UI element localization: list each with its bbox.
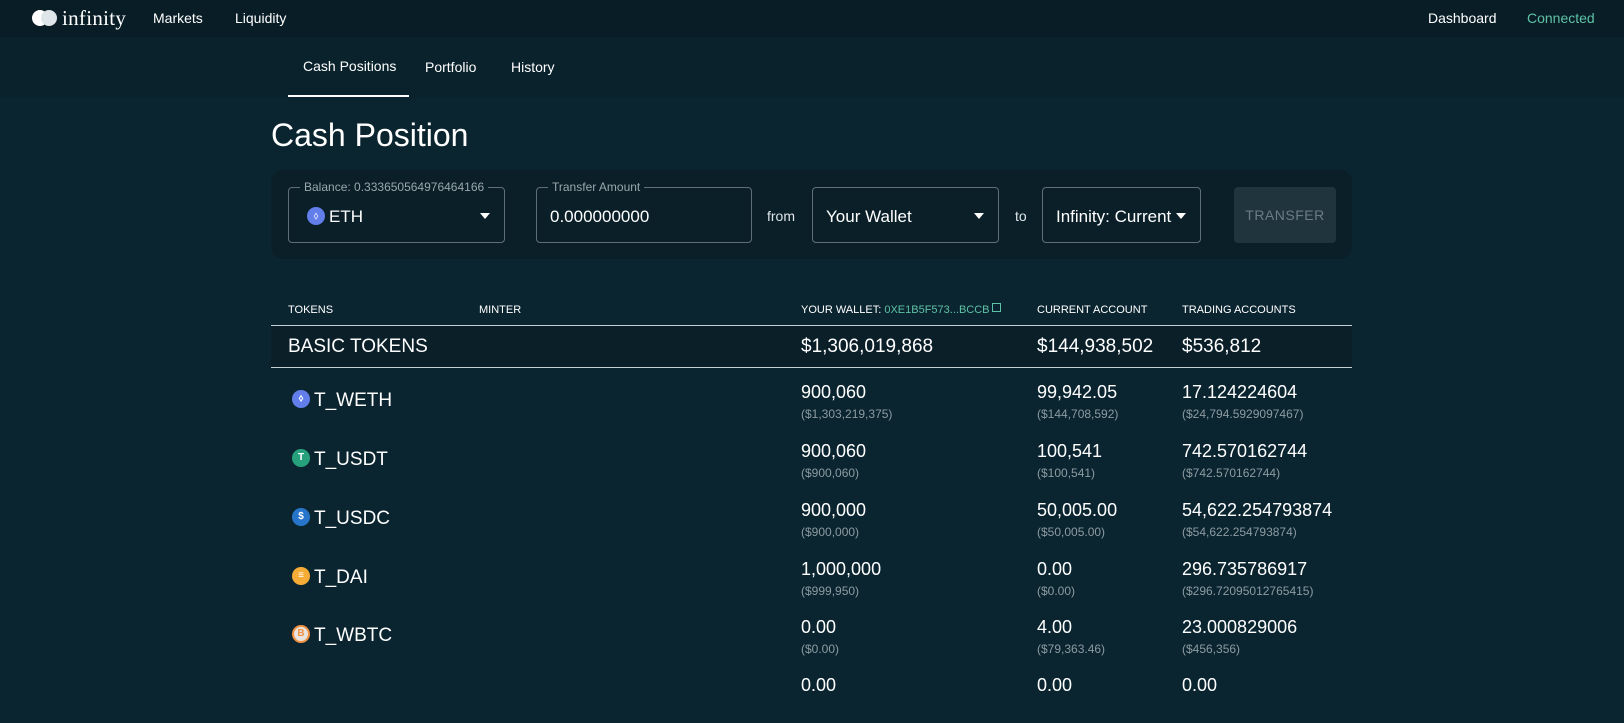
usdc-icon: $: [292, 508, 310, 526]
external-link-icon[interactable]: [991, 303, 1001, 312]
transfer-amount-input[interactable]: Transfer Amount 0.000000000: [536, 180, 752, 243]
from-account-select[interactable]: Your Wallet: [812, 187, 999, 243]
top-navbar: infinity Markets Liquidity Dashboard Con…: [0, 0, 1624, 37]
trading-amount-usd: ($742.570162744): [1182, 466, 1281, 480]
tab-cash-positions[interactable]: Cash Positions: [303, 58, 396, 74]
wallet-amount: 900,000: [801, 500, 867, 520]
from-label: from: [767, 208, 795, 224]
wallet-amount-usd: ($0.00): [801, 642, 840, 656]
balance-label: Balance: 0.333650564976464166: [300, 180, 489, 194]
trading-amount: 54,622.254793874: [1182, 500, 1333, 520]
trading-amount-usd: ($456,356): [1182, 642, 1241, 656]
trading-amount: 17.124224604: [1182, 382, 1298, 402]
wbtc-icon: B: [292, 625, 310, 643]
current-amount-usd: ($0.00): [1037, 584, 1076, 598]
wallet-amount: 0.00: [801, 617, 837, 637]
current-amount: 50,005.00: [1037, 500, 1118, 520]
trading-amount: 296.735786917: [1182, 559, 1308, 579]
current-amount-usd: ($50,005.00): [1037, 525, 1106, 539]
current-amount: 4.00: [1037, 617, 1073, 637]
sub-navbar: Cash Positions Portfolio History: [0, 37, 1624, 98]
group-wallet-total: $1,306,019,868: [801, 336, 934, 357]
wallet-amount: 0.00: [801, 675, 837, 695]
infinity-logo-icon: [32, 10, 58, 26]
page-title: Cash Position: [271, 117, 469, 153]
trading-amount: 742.570162744: [1182, 441, 1308, 461]
current-amount: 100,541: [1037, 441, 1103, 461]
col-header-tokens: TOKENS: [288, 304, 334, 316]
group-current-total: $144,938,502: [1037, 336, 1154, 357]
dropdown-caret-icon: [480, 213, 490, 219]
active-tab-indicator: [288, 95, 409, 97]
trading-amount-usd: ($24,794.5929097467): [1182, 407, 1304, 421]
tab-history[interactable]: History: [511, 59, 555, 75]
divider: [271, 367, 1352, 368]
wallet-amount-usd: ($1,303,219,375): [801, 407, 893, 421]
nav-liquidity[interactable]: Liquidity: [235, 10, 286, 26]
current-amount-usd: ($100,541): [1037, 466, 1096, 480]
token-select-value: ETH: [329, 207, 363, 226]
trading-amount-usd: ($296.72095012765415): [1182, 584, 1314, 598]
wallet-address-link[interactable]: 0XE1B5F573...BCCB: [884, 304, 989, 316]
eth-icon: ⬨: [292, 390, 310, 408]
wallet-amount-usd: ($999,950): [801, 584, 860, 598]
current-amount-usd: ($79,363.46): [1037, 642, 1106, 656]
usdt-icon: T: [292, 449, 310, 467]
to-account-select[interactable]: Infinity: Current: [1042, 187, 1201, 243]
to-label: to: [1015, 208, 1027, 224]
col-header-current-account: CURRENT ACCOUNT: [1037, 304, 1148, 316]
wallet-connected-status[interactable]: Connected: [1527, 10, 1595, 26]
table-row[interactable]: T T_USDT 900,060 ($900,060) 100,541 ($100,541…: [271, 430, 1352, 489]
infinity-logo[interactable]: infinity: [32, 6, 126, 30]
dai-icon: ≡: [292, 567, 310, 585]
table-row[interactable]: $ T_USDC 900,000 ($900,000) 50,005.00 ($50,00…: [271, 489, 1352, 548]
wallet-amount-usd: ($900,000): [801, 525, 860, 539]
table-row[interactable]: ≡ T_DAI 1,000,000 ($999,950) 0.00 ($0.00) 296.…: [271, 548, 1352, 607]
col-header-trading-accounts: TRADING ACCOUNTS: [1182, 304, 1296, 316]
eth-icon: ⬨: [307, 207, 325, 225]
wallet-amount-usd: ($900,060): [801, 466, 860, 480]
transfer-button[interactable]: TRANSFER: [1234, 187, 1336, 243]
transfer-panel: Balance: 0.333650564976464166 ⬨ ETH Tran…: [271, 170, 1352, 259]
wallet-amount: 900,060: [801, 441, 867, 461]
logo-text: infinity: [62, 5, 127, 30]
transfer-amount-value: 0.000000000: [550, 207, 650, 226]
current-amount: 99,942.05: [1037, 382, 1118, 402]
token-name: T_USDT: [314, 449, 388, 470]
from-account-value: Your Wallet: [826, 207, 912, 226]
current-amount-usd: ($144,708,592): [1037, 407, 1119, 421]
current-amount: 0.00: [1037, 559, 1073, 579]
table-row[interactable]: ⬨ T_WETH 900,060 ($1,303,219,375) 99,942.05 (…: [271, 371, 1352, 430]
dropdown-caret-icon: [974, 213, 984, 219]
dropdown-caret-icon: [1176, 213, 1186, 219]
tab-portfolio[interactable]: Portfolio: [425, 59, 476, 75]
col-header-wallet: YOUR WALLET: 0XE1B5F573...BCCB: [801, 303, 1001, 316]
token-name: T_DAI: [314, 567, 368, 588]
transfer-amount-label: Transfer Amount: [548, 180, 645, 194]
trading-amount: 0.00: [1182, 675, 1218, 695]
trading-amount-usd: ($54,622.254793874): [1182, 525, 1297, 539]
to-account-value: Infinity: Current: [1056, 207, 1172, 226]
nav-markets[interactable]: Markets: [153, 10, 203, 26]
wallet-header-prefix: YOUR WALLET:: [801, 304, 885, 316]
group-trading-total: $536,812: [1182, 336, 1262, 357]
table-row[interactable]: B T_WBTC 0.00 ($0.00) 4.00 ($79,363.46) 23.000…: [271, 606, 1352, 665]
token-name: T_WBTC: [314, 625, 393, 646]
nav-dashboard[interactable]: Dashboard: [1428, 10, 1497, 26]
wallet-amount: 900,060: [801, 382, 867, 402]
group-row-basic-tokens: BASIC TOKENS $1,306,019,868 $144,938,502…: [271, 326, 1352, 367]
table-row[interactable]: 0.00 0.00 0.00: [271, 664, 1352, 723]
wallet-amount: 1,000,000: [801, 559, 882, 579]
group-name: BASIC TOKENS: [288, 336, 428, 357]
trading-amount: 23.000829006: [1182, 617, 1298, 637]
token-name: T_USDC: [314, 508, 391, 529]
token-name: T_WETH: [314, 390, 393, 411]
current-amount: 0.00: [1037, 675, 1073, 695]
col-header-minter: MINTER: [479, 304, 522, 316]
token-select[interactable]: Balance: 0.333650564976464166 ⬨ ETH: [288, 180, 505, 243]
